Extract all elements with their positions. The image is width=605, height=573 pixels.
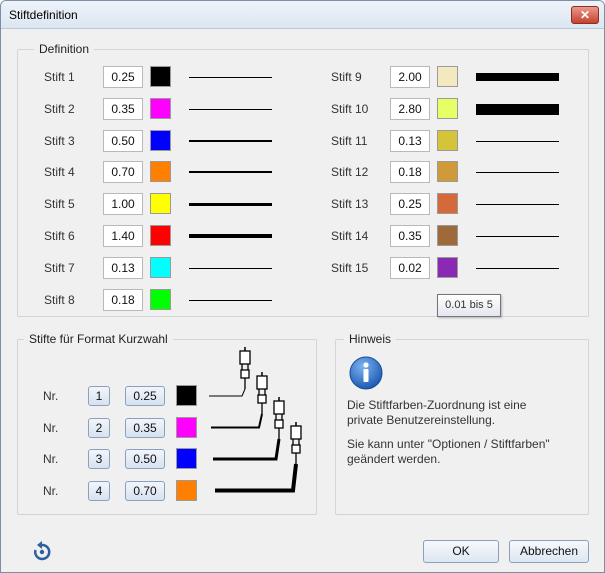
shortcut-nr-label: Nr. [43, 452, 59, 466]
hint-text-2a: Sie kann unter "Optionen / Stiftfarben" [347, 437, 550, 451]
pen-label: Stift 13 [331, 197, 369, 212]
shortcut-legend: Stifte für Format Kurzwahl [24, 332, 173, 346]
pen-thickness-input[interactable]: 0.25 [103, 66, 143, 88]
shortcut-value-button[interactable]: 0.70 [125, 480, 165, 501]
value-range-tooltip: 0.01 bis 5 [437, 294, 501, 317]
shortcut-nr-label: Nr. [43, 483, 59, 498]
hint-text-2b: geändert werden. [347, 452, 441, 466]
pen-label: Stift 4 [44, 165, 75, 180]
pen-label: Stift 11 [331, 133, 368, 148]
ok-button[interactable]: OK [423, 540, 499, 563]
pen-label: Stift 15 [331, 260, 369, 275]
pen-color-swatch[interactable] [437, 66, 458, 87]
title-bar: Stiftdefinition ✕ [1, 1, 604, 29]
pen-color-swatch[interactable] [150, 256, 171, 278]
pen-thickness-input[interactable]: 0.35 [103, 97, 143, 120]
shortcut-number-button[interactable]: 1 [88, 386, 110, 406]
pen-line-preview [476, 103, 559, 115]
close-icon: ✕ [579, 8, 591, 22]
cancel-button[interactable]: Abbrechen [509, 540, 589, 563]
pen-color-swatch[interactable] [437, 225, 458, 246]
shortcut-color-swatch[interactable] [176, 479, 197, 501]
shortcut-nr-label: Nr. [43, 420, 59, 435]
pen-label: Stift 7 [44, 260, 75, 275]
hint-legend: Hinweis [344, 332, 397, 346]
pen-line-preview [189, 171, 272, 174]
pen-thickness-input[interactable]: 0.13 [103, 256, 143, 279]
shortcut-number-button[interactable]: 3 [88, 449, 110, 469]
pen-color-swatch[interactable] [437, 256, 458, 278]
shortcut-number-button[interactable]: 4 [88, 480, 110, 501]
pen-line-preview [189, 108, 272, 110]
pen-thickness-input[interactable]: 0.18 [390, 161, 430, 184]
pen-label: Stift 9 [331, 70, 362, 84]
pen-thickness-input[interactable]: 1.40 [103, 225, 143, 247]
pen-thickness-input[interactable]: 0.25 [390, 193, 430, 216]
undo-icon[interactable] [31, 541, 53, 563]
pen-color-swatch[interactable] [437, 161, 458, 183]
pen-thickness-input[interactable]: 0.70 [103, 161, 143, 184]
pen-thickness-input[interactable]: 1.00 [103, 193, 143, 216]
shortcut-group: Stifte für Format Kurzwahl [17, 332, 317, 515]
pen-label: Stift 14 [331, 229, 369, 243]
pen-label: Stift 3 [44, 133, 75, 148]
hint-text-1a: Die Stiftfarben-Zuordnung ist eine [347, 398, 527, 412]
info-icon [349, 356, 383, 390]
shortcut-value-button[interactable]: 0.25 [125, 386, 165, 406]
pen-color-swatch[interactable] [150, 225, 171, 246]
pen-label: Stift 6 [44, 229, 75, 243]
pen-thickness-input[interactable]: 2.80 [390, 97, 430, 120]
pen-label: Stift 8 [44, 292, 75, 307]
pen-line-preview [476, 236, 559, 237]
pen-line-preview [476, 267, 559, 269]
pen-line-preview [189, 77, 272, 78]
pen-label: Stift 10 [331, 101, 369, 116]
shortcut-number-button[interactable]: 2 [88, 417, 110, 438]
shortcut-color-swatch[interactable] [176, 416, 197, 438]
shortcut-value-button[interactable]: 0.50 [125, 449, 165, 469]
shortcut-color-swatch[interactable] [176, 385, 197, 406]
pen-line-preview [476, 172, 559, 174]
pen-color-swatch[interactable] [150, 129, 171, 151]
pen-label: Stift 5 [44, 197, 75, 212]
pen-line-preview [189, 267, 272, 269]
pen-label: Stift 2 [44, 101, 75, 116]
window-title: Stiftdefinition [9, 8, 78, 22]
pen-thickness-input[interactable]: 0.13 [390, 129, 430, 152]
pen-color-swatch[interactable] [150, 97, 171, 119]
pen-color-swatch[interactable] [437, 97, 458, 119]
pen-thickness-input[interactable]: 0.50 [103, 129, 143, 152]
pen-line-preview [189, 299, 272, 301]
shortcut-value-button[interactable]: 0.35 [125, 417, 165, 438]
pen-line-preview [189, 234, 272, 238]
pen-line-preview [476, 140, 559, 142]
pen-line-preview [476, 204, 559, 206]
shortcut-color-swatch[interactable] [176, 448, 197, 469]
dialog-window: Stiftdefinition ✕ Definition Stift 1 0.25… [0, 0, 605, 573]
pen-label: Stift 1 [44, 70, 75, 84]
pen-line-preview [189, 139, 272, 142]
pen-color-swatch[interactable] [437, 129, 458, 151]
shortcut-nr-label: Nr. [43, 389, 59, 403]
pen-thickness-input[interactable]: 0.02 [390, 256, 430, 279]
pen-label: Stift 12 [331, 165, 369, 180]
pen-color-swatch[interactable] [150, 161, 171, 183]
definition-legend: Definition [34, 42, 95, 56]
close-button[interactable]: ✕ [571, 6, 599, 24]
pen-color-swatch[interactable] [150, 66, 171, 87]
pen-thickness-input[interactable]: 0.35 [390, 225, 430, 247]
pen-line-preview [476, 73, 559, 81]
pen-color-swatch[interactable] [437, 193, 458, 215]
pen-color-swatch[interactable] [150, 193, 171, 215]
hint-text-1b: private Benutzereinstellung. [347, 413, 496, 427]
pen-thickness-input[interactable]: 0.18 [103, 288, 143, 311]
pen-thickness-input[interactable]: 2.00 [390, 66, 430, 88]
pen-color-swatch[interactable] [150, 288, 171, 310]
pen-line-preview [189, 203, 272, 207]
